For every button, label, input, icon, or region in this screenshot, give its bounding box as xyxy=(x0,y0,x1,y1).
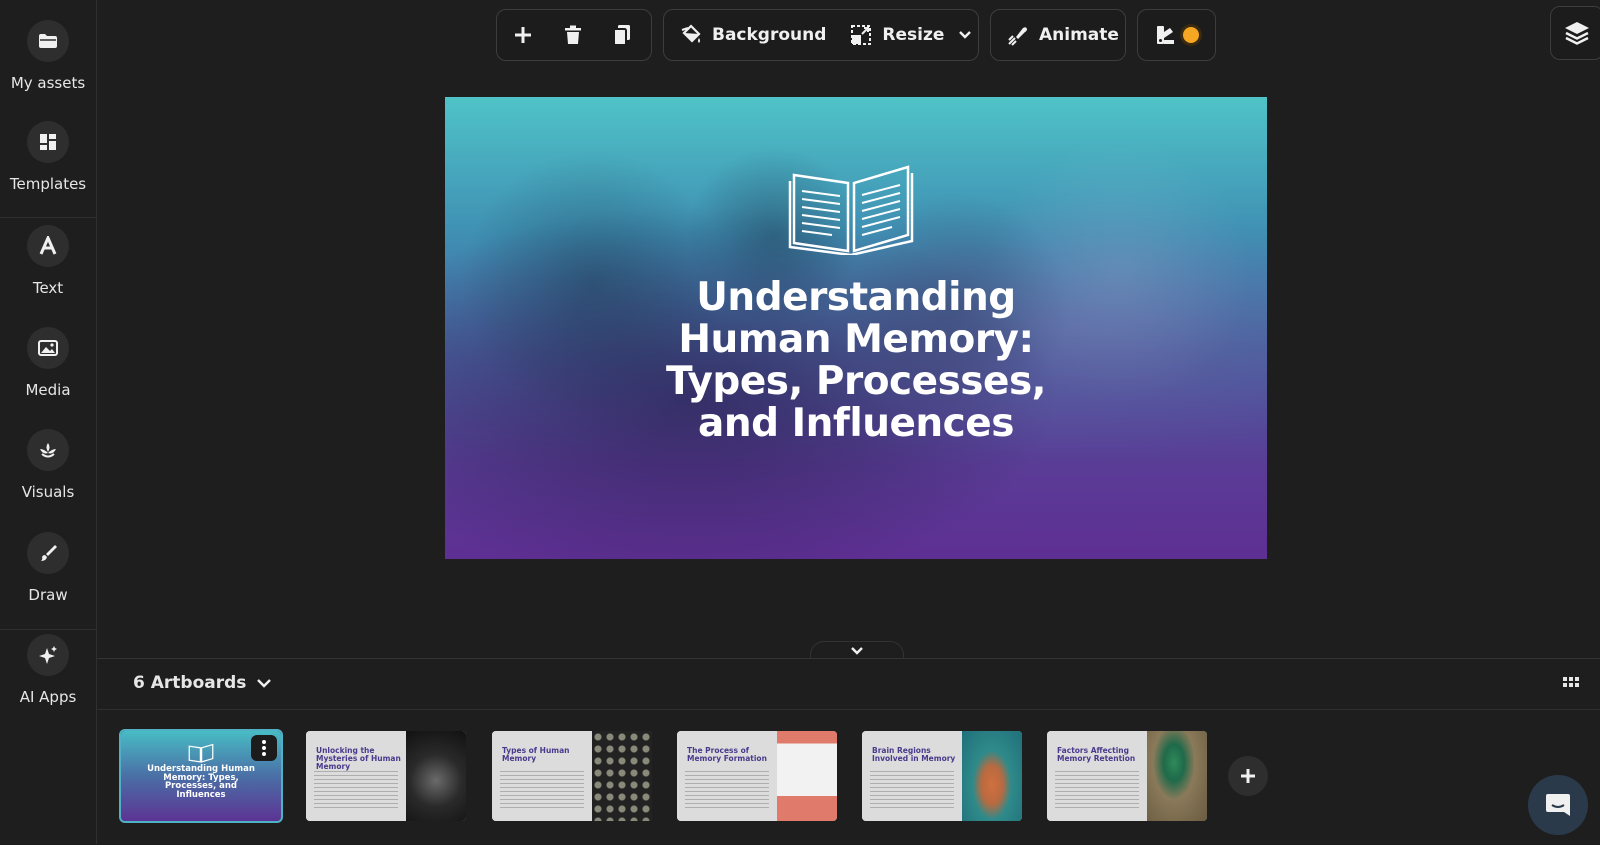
sidebar-item-label: Draw xyxy=(28,586,68,604)
sidebar-item-ai-apps[interactable]: AI Apps xyxy=(0,614,96,714)
grid-view-icon[interactable] xyxy=(1563,677,1579,693)
chat-support-button[interactable] xyxy=(1528,775,1588,835)
sidebar-item-label: Visuals xyxy=(21,483,75,501)
thumbnail-image xyxy=(406,731,466,821)
copy-icon xyxy=(613,25,630,46)
animate-icon xyxy=(1008,27,1027,46)
sidebar-item-label: Templates xyxy=(9,175,87,193)
artboard-thumbnail-3[interactable]: Types of Human Memory xyxy=(492,731,652,821)
chevron-down-icon xyxy=(959,31,972,39)
thumbnail-text-area: Types of Human Memory xyxy=(492,731,592,821)
slide-title-line: Understanding xyxy=(696,275,1016,320)
add-button[interactable] xyxy=(497,10,549,60)
artboards-panel: 6 Artboards Understanding Human Memory: … xyxy=(97,658,1600,845)
animate-button[interactable]: Animate xyxy=(991,10,1119,60)
thumbnail-menu-button[interactable] xyxy=(251,735,277,761)
sidebar-item-visuals[interactable]: Visuals xyxy=(0,409,96,509)
resize-button[interactable]: Resize xyxy=(840,10,972,60)
sidebar-item-templates[interactable]: Templates xyxy=(0,101,96,201)
thumbnail-text-area: Unlocking the Mysteries of Human Memory xyxy=(306,731,406,821)
sidebar-item-label: My assets xyxy=(10,74,86,92)
thumbnail-image xyxy=(962,731,1022,821)
animate-group: Animate xyxy=(990,9,1126,61)
thumbnail-title: Factors Affecting Memory Retention xyxy=(1057,746,1136,763)
layers-icon xyxy=(1565,22,1589,45)
edit-toolbar-group xyxy=(496,9,652,61)
text-icon xyxy=(27,225,69,267)
artboards-dropdown[interactable]: 6 Artboards xyxy=(133,673,272,693)
thumbnail-body-lines xyxy=(1055,771,1139,811)
add-artboard-button[interactable] xyxy=(1228,756,1268,796)
slide-title[interactable]: Understanding Human Memory: Types, Proce… xyxy=(545,277,1167,445)
thumbnail-text-area: Brain Regions Involved in Memory xyxy=(862,731,962,821)
plus-icon xyxy=(1241,769,1255,783)
thumbnail-title: The Process of Memory Formation xyxy=(687,746,767,763)
resize-icon xyxy=(851,25,872,45)
image-icon xyxy=(27,327,69,369)
background-button[interactable]: Background xyxy=(664,10,840,60)
resize-label: Resize xyxy=(882,25,945,45)
thumbnail-text-area: Factors Affecting Memory Retention xyxy=(1047,731,1147,821)
thumbnail-title: Understanding Human Memory: Types, Proce… xyxy=(147,764,255,800)
visuals-icon xyxy=(27,429,69,471)
plus-icon xyxy=(515,27,531,43)
slide-title-line: and Influences xyxy=(698,401,1014,446)
brush-icon xyxy=(27,532,69,574)
thumbnail-body-lines xyxy=(685,771,769,811)
sidebar-item-label: AI Apps xyxy=(19,688,77,706)
duplicate-button[interactable] xyxy=(597,10,647,60)
paint-bucket-icon xyxy=(681,24,701,43)
palette-icon xyxy=(1156,26,1174,44)
sidebar-item-text[interactable]: Text xyxy=(0,205,96,305)
sidebar-item-my-assets[interactable]: My assets xyxy=(0,0,96,100)
thumbnail-title: Brain Regions Involved in Memory xyxy=(872,746,956,763)
open-book-icon xyxy=(188,743,214,763)
thumbnail-image xyxy=(592,731,652,821)
left-sidebar: My assets Templates Text Media Visuals D… xyxy=(0,0,97,844)
trash-icon xyxy=(565,25,581,44)
chevron-down-icon xyxy=(257,679,272,688)
artboards-count: 6 Artboards xyxy=(133,673,247,693)
slide-title-line: Types, Processes, xyxy=(666,359,1046,404)
artboard-thumbnail-1[interactable]: Understanding Human Memory: Types, Proce… xyxy=(119,729,283,823)
thumbnail-body-lines xyxy=(314,771,398,811)
background-label: Background xyxy=(712,25,827,45)
thumbnail-title: Types of Human Memory xyxy=(502,746,570,763)
animate-label: Animate xyxy=(1039,25,1119,45)
chevron-down-icon xyxy=(851,647,863,655)
artboard-canvas[interactable]: Understanding Human Memory: Types, Proce… xyxy=(445,97,1267,559)
layers-button[interactable] xyxy=(1550,6,1600,60)
style-button[interactable] xyxy=(1138,10,1215,60)
delete-button[interactable] xyxy=(549,10,597,60)
sidebar-item-label: Media xyxy=(25,381,71,399)
accent-color-dot xyxy=(1182,27,1199,43)
sidebar-item-label: Text xyxy=(32,279,64,297)
artboard-thumbnail-5[interactable]: Brain Regions Involved in Memory xyxy=(862,731,1022,821)
sidebar-item-draw[interactable]: Draw xyxy=(0,512,96,612)
thumbnail-text-area: The Process of Memory Formation xyxy=(677,731,777,821)
sidebar-item-media[interactable]: Media xyxy=(0,307,96,407)
more-vertical-icon xyxy=(262,740,266,756)
artboards-header: 6 Artboards xyxy=(97,659,1600,710)
open-book-icon xyxy=(788,165,914,255)
thumbnail-image xyxy=(1147,731,1207,821)
background-resize-group: Background Resize xyxy=(663,9,979,61)
thumbnail-image xyxy=(777,731,837,821)
thumbnail-title: Unlocking the Mysteries of Human Memory xyxy=(316,746,401,771)
templates-icon xyxy=(27,121,69,163)
thumbnail-body-lines xyxy=(870,771,954,811)
artboard-thumbnail-4[interactable]: The Process of Memory Formation xyxy=(677,731,837,821)
artboard-thumbnail-6[interactable]: Factors Affecting Memory Retention xyxy=(1047,731,1207,821)
sparkle-icon xyxy=(27,634,69,676)
chat-icon xyxy=(1546,794,1570,816)
thumbnail-body-lines xyxy=(500,771,584,811)
artboard-thumbnail-2[interactable]: Unlocking the Mysteries of Human Memory xyxy=(306,731,466,821)
folder-icon xyxy=(27,20,69,62)
style-group xyxy=(1137,9,1216,61)
slide-title-line: Human Memory: xyxy=(678,317,1034,362)
